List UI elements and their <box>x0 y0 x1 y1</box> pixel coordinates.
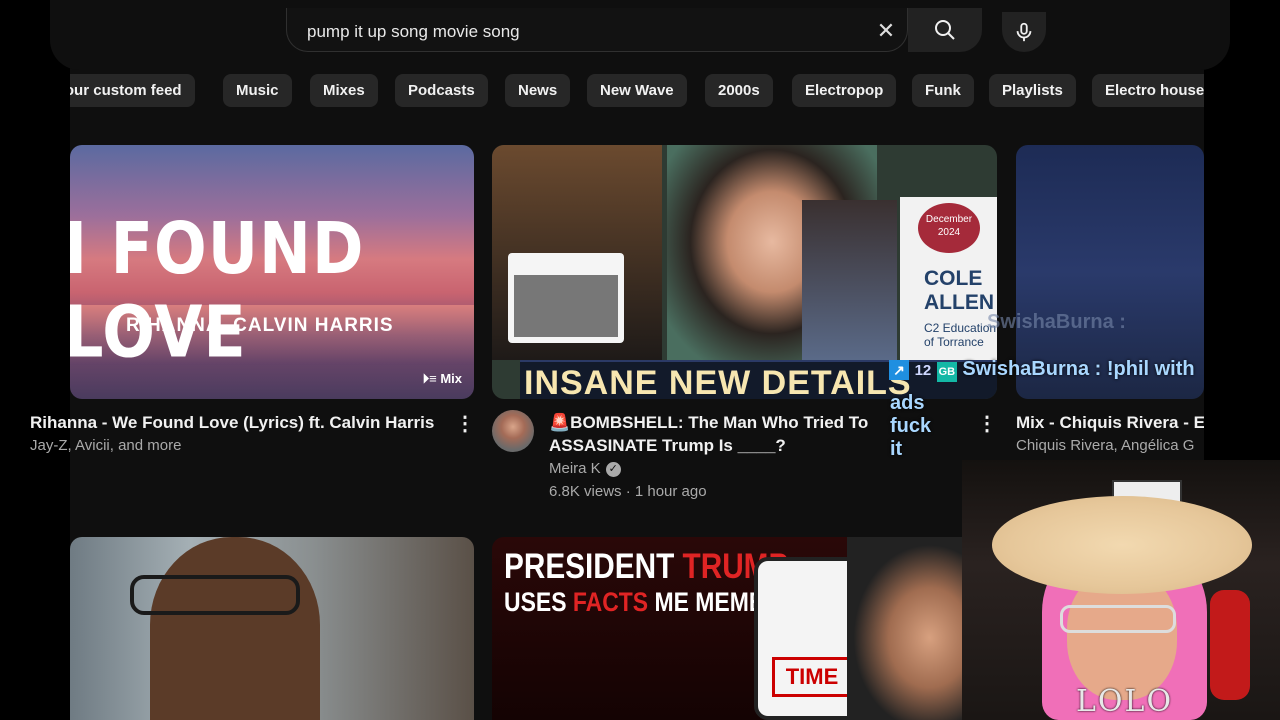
chip-electropop[interactable]: Electropop <box>792 74 897 107</box>
webcam-glasses <box>1060 605 1176 633</box>
thumbnail-artist-text: RIHANNA, CALVIN HARRIS <box>126 315 394 336</box>
chip-news[interactable]: News <box>505 74 571 107</box>
streamer-webcam <box>962 460 1280 720</box>
channel-avatar[interactable] <box>492 410 534 452</box>
more-options-icon[interactable]: ⋮ <box>977 412 997 436</box>
video-artists: Jay-Z, Avicii, and more <box>30 435 230 457</box>
video-title-text: Rihanna - We Found Love (Lyrics) ft. Cal… <box>30 413 435 432</box>
chip-bar: Your custom feed Music Mixes Podcasts Ne… <box>70 74 1204 108</box>
microphone-icon <box>1016 22 1032 42</box>
chat-username: SwishaBurna <box>962 358 1090 380</box>
chat-sub-badge-icon: GB <box>936 362 957 382</box>
chip-custom-feed[interactable]: Your custom feed <box>70 74 195 107</box>
channel-name[interactable]: Meira K ✓ <box>549 458 621 480</box>
chip-playlists[interactable]: Playlists <box>989 74 1076 107</box>
chat-message-text: : !phil with <box>1089 358 1195 380</box>
headline-word: PRESIDENT <box>504 547 683 586</box>
search-box[interactable]: pump it up song movie song ✕ <box>286 8 908 52</box>
stream-frame: pump it up song movie song ✕ Your custom… <box>0 0 1280 720</box>
chip-music[interactable]: Music <box>223 74 292 107</box>
watermark-text: LOLO <box>1076 684 1174 719</box>
video-thumbnail-we-found-love[interactable]: I FOUND LOVE RIHANNA, CALVIN HARRIS ⏵≡ M… <box>70 145 474 399</box>
video-title[interactable]: 🚨BOMBSHELL: The Man Who Tried To ASSASIN… <box>549 411 889 457</box>
headline-word: USES <box>504 587 573 617</box>
chip-mixes[interactable]: Mixes <box>310 74 378 107</box>
thumbnail-headline-2: USES FACTS ME MEME! <box>504 587 772 618</box>
video-artists-text: Jay-Z, Avicii, and more <box>30 437 182 454</box>
search-icon <box>935 20 955 40</box>
thumbnail-person <box>150 537 320 720</box>
chip-2000s[interactable]: 2000s <box>705 74 773 107</box>
chat-ghost-text: SwishaBurna : <box>987 311 1126 333</box>
thumbnail-man-image <box>802 200 897 360</box>
mix-badge: ⏵≡ Mix <box>423 371 462 387</box>
video-stats: 6.8K views · 1 hour ago <box>549 483 707 500</box>
chip-electro-house[interactable]: Electro house <box>1092 74 1204 107</box>
thumbnail-headline-1: PRESIDENT TRUMP <box>504 547 788 587</box>
chat-line-1: ↗ 12 GB SwishaBurna : !phil with <box>885 358 1215 382</box>
search-input[interactable]: pump it up song movie song <box>307 22 520 42</box>
video-artists: Chiquis Rivera, Angélica G <box>1016 437 1195 454</box>
thumbnail-glasses <box>130 575 300 615</box>
chat-line-2: ads fuck it <box>890 392 932 460</box>
thumbnail-phone-text: TIME <box>772 657 852 697</box>
thumbnail-post-image <box>514 275 618 337</box>
thumbnail-info-card: December 2024 COLE ALLEN C2 Education of… <box>900 197 997 360</box>
more-options-icon[interactable]: ⋮ <box>455 412 475 436</box>
thumbnail-title-text: I FOUND LOVE <box>70 206 365 374</box>
video-thumbnail-man-glasses[interactable] <box>70 537 474 720</box>
webcam-microphone-icon <box>1210 590 1250 700</box>
channel-name-text: Meira K <box>549 460 601 477</box>
thumbnail-social-post <box>508 253 624 343</box>
video-title[interactable]: Mix - Chiquis Rivera - E <box>1016 411 1204 434</box>
masthead: pump it up song movie song ✕ <box>50 0 1230 70</box>
chat-share-badge-icon: ↗ <box>889 360 909 380</box>
chip-podcasts[interactable]: Podcasts <box>395 74 488 107</box>
video-title[interactable]: Rihanna - We Found Love (Lyrics) ft. Cal… <box>30 411 450 434</box>
mix-badge-label: Mix <box>440 371 462 386</box>
video-thumbnail-trump-meme[interactable]: PRESIDENT TRUMP USES FACTS ME MEME! TIME <box>492 537 997 720</box>
chip-funk[interactable]: Funk <box>912 74 974 107</box>
thumbnail-date-seal: December 2024 <box>918 203 980 253</box>
webcam-sun-hat <box>992 496 1252 594</box>
clear-search-icon[interactable]: ✕ <box>873 18 899 44</box>
chat-count: 12 <box>914 362 932 379</box>
chip-new-wave[interactable]: New Wave <box>587 74 687 107</box>
thumbnail-banner-text: INSANE NEW DETAILS <box>524 364 912 399</box>
voice-search-button[interactable] <box>1002 12 1046 52</box>
search-button[interactable] <box>908 8 982 52</box>
thumbnail-card-name: COLE ALLEN <box>924 267 994 314</box>
headline-word-red: FACTS <box>572 587 649 617</box>
verified-icon: ✓ <box>605 461 621 477</box>
playlist-icon: ⏵≡ <box>422 371 441 386</box>
